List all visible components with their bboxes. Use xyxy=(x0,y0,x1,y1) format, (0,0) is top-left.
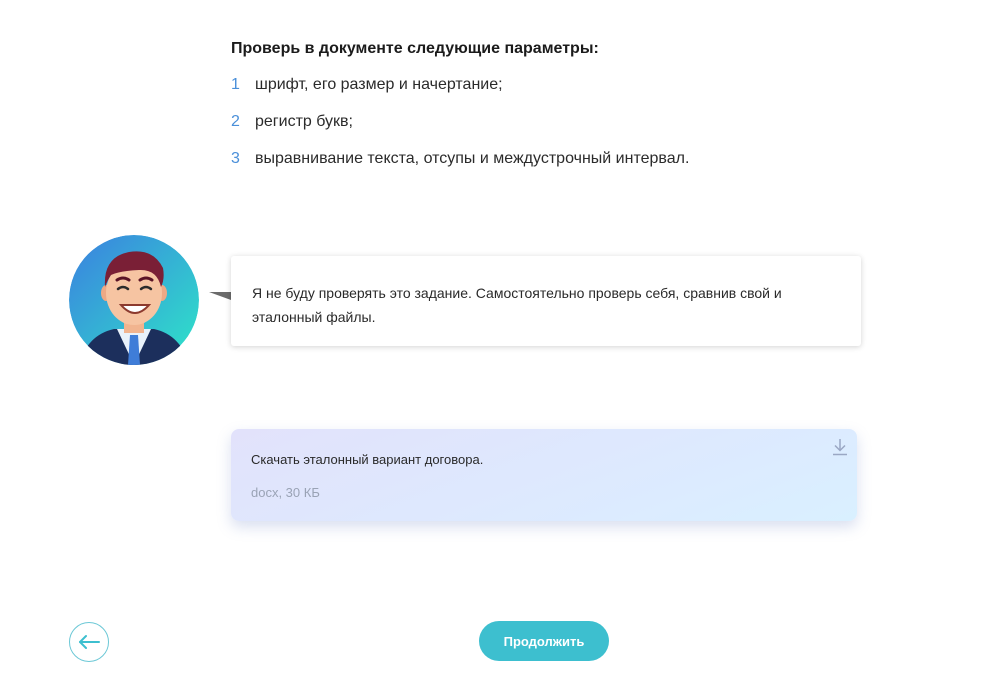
list-item: 1 шрифт, его размер и начертание; xyxy=(231,76,871,113)
arrow-left-icon xyxy=(79,635,100,649)
instructions-list: 1 шрифт, его размер и начертание; 2 реги… xyxy=(231,76,871,187)
speech-bubble-tail xyxy=(209,292,231,306)
instructions-heading: Проверь в документе следующие параметры: xyxy=(231,40,599,57)
download-icon[interactable] xyxy=(832,438,848,456)
list-item-number: 1 xyxy=(231,76,240,93)
list-item-number: 2 xyxy=(231,113,240,130)
list-item-text: выравнивание текста, отсупы и междустроч… xyxy=(255,150,690,167)
continue-button[interactable]: Продолжить xyxy=(479,621,609,661)
list-item-text: регистр букв; xyxy=(255,113,353,130)
list-item-number: 3 xyxy=(231,150,240,167)
tutor-avatar-icon xyxy=(69,235,199,365)
download-title: Скачать эталонный вариант договора. xyxy=(251,452,484,467)
list-item: 3 выравнивание текста, отсупы и междустр… xyxy=(231,150,871,187)
back-button[interactable] xyxy=(69,622,109,662)
tutor-message: Я не буду проверять это задание. Самосто… xyxy=(231,256,861,346)
list-item-text: шрифт, его размер и начертание; xyxy=(255,76,503,93)
list-item: 2 регистр букв; xyxy=(231,113,871,150)
download-meta: docx, 30 КБ xyxy=(251,485,320,500)
download-card[interactable]: Скачать эталонный вариант договора. docx… xyxy=(231,429,857,521)
